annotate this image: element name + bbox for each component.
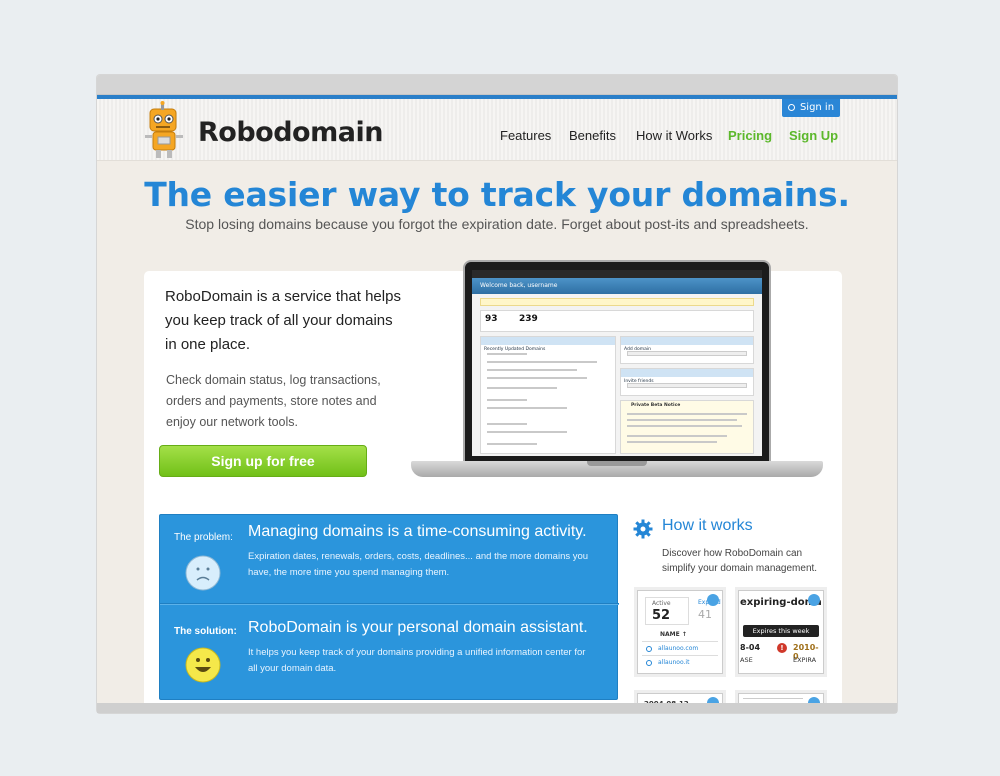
preview-beta-title: Private Beta Notice [631, 403, 681, 408]
magnifier-icon[interactable] [808, 594, 820, 606]
problem-text: Expiration dates, renewals, orders, cost… [248, 551, 589, 578]
how-it-works-title: How it works [662, 517, 753, 534]
hero-subtitle: Stop losing domains because you forgot t… [185, 216, 809, 232]
problem-title: Managing domains is a time-consuming act… [248, 523, 587, 540]
solution-title: RoboDomain is your personal domain assis… [248, 619, 588, 636]
nav-features[interactable]: Features [500, 128, 551, 143]
preview-stats: 93 239 [480, 310, 754, 332]
window-bottom-edge [97, 703, 897, 713]
preview-invite-friends: Invite friends [620, 368, 754, 396]
sign-in-button[interactable]: Sign in [782, 99, 840, 117]
expired-value: 41 [698, 608, 712, 621]
sign-in-label: Sign in [799, 102, 835, 113]
active-label: Active [652, 600, 671, 607]
preview-notice [480, 298, 754, 306]
sad-face-icon [185, 555, 221, 591]
robot-logo-icon [145, 101, 183, 158]
nav-how-it-works[interactable]: How it Works [636, 128, 712, 143]
preview-beta-notice: Private Beta Notice [620, 400, 754, 454]
name-column-header: NAME ↑ [660, 631, 687, 638]
intro-lead: RoboDomain is a service that helps you k… [165, 288, 401, 353]
preview-welcome: Welcome back, username [472, 278, 762, 294]
expires-tooltip: Expires this week [743, 625, 819, 637]
intro-description: Check domain status, log transactions, o… [166, 373, 381, 429]
logo-wordmark[interactable]: Robodomain [198, 117, 383, 148]
preview-add-header: Add domain [621, 337, 753, 352]
box-divider [160, 603, 619, 604]
laptop-notch [587, 461, 647, 466]
domain-row-2[interactable]: allaunoo.it [658, 659, 689, 666]
happy-face-icon [185, 647, 221, 683]
thumbnail-dashboard[interactable]: Active 52 Expired 41 NAME ↑ allaunoo.com… [637, 590, 723, 674]
preview-stat-2: 239 [519, 314, 538, 324]
preview-invite-header: Invite friends [621, 369, 753, 384]
problem-solution-box: The problem: Managing domains is a time-… [159, 514, 619, 700]
row-icon [646, 660, 652, 666]
browser-window: Sign in Robodomain Features Benefits How… [97, 75, 897, 713]
hero-title: The easier way to track your domains. [144, 175, 850, 214]
col-right: EXPIRA [793, 656, 817, 664]
nav-sign-up[interactable]: Sign Up [789, 128, 838, 143]
preview-add-domain: Add domain [620, 336, 754, 364]
app-preview: Welcome back, username 93 239 Recently U… [472, 270, 762, 456]
preview-topbar [472, 270, 762, 278]
gear-icon [633, 519, 653, 539]
power-icon [787, 104, 795, 111]
preview-recent-header: Recently Updated Domains [481, 337, 615, 352]
nav-benefits[interactable]: Benefits [569, 128, 616, 143]
active-counter: Active 52 [645, 597, 689, 625]
sign-up-free-button[interactable]: Sign up for free [159, 445, 367, 477]
active-value: 52 [652, 608, 671, 623]
problem-label: The problem: [174, 532, 233, 543]
solution-label: The solution: [174, 626, 237, 637]
row-icon [646, 646, 652, 652]
how-it-works-description: Discover how RoboDomain can simplify you… [662, 548, 818, 574]
preview-stat-1: 93 [485, 314, 498, 324]
preview-recent-domains: Recently Updated Domains [480, 336, 616, 454]
date-left: 8-04 [740, 643, 761, 652]
col-left: ASE [740, 656, 753, 664]
laptop-screenshot: Welcome back, username 93 239 Recently U… [463, 260, 771, 464]
window-titlebar [97, 75, 897, 95]
domain-row-1[interactable]: allaunoo.com [658, 645, 698, 652]
preview-recent-title: Recently Updated Domains [484, 347, 546, 352]
nav-pricing[interactable]: Pricing [728, 128, 772, 143]
solution-text: It helps you keep track of your domains … [248, 647, 586, 674]
magnifier-icon[interactable] [707, 594, 719, 606]
thumbnail-expiring[interactable]: expiring-doma Expires this week 8-04 ! 2… [738, 590, 824, 674]
alert-icon: ! [777, 643, 787, 653]
